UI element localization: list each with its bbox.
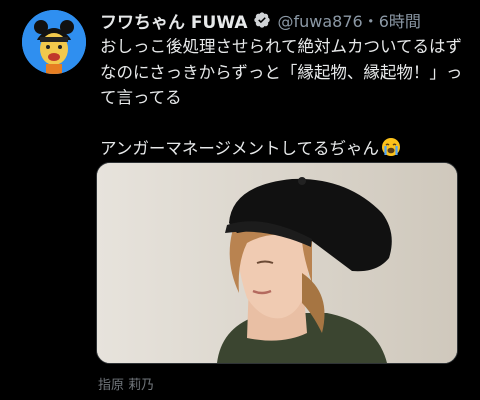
tweet-text: おしっこ後処理させられて絶対ムカついてるはずなのにさっきからずっと「縁起物、縁起… xyxy=(100,34,470,165)
verified-badge-icon xyxy=(254,12,271,28)
loudly-crying-face-icon xyxy=(381,137,401,165)
handle-and-time[interactable]: @fuwa876・6時間 xyxy=(277,8,420,32)
woman-in-black-cap-photo xyxy=(97,163,457,363)
avatar-face-icon xyxy=(22,10,86,74)
tagged-user-name: 指原 莉乃 xyxy=(98,378,155,393)
tweet-header: フワちゃん FUWA @fuwa876・6時間 xyxy=(100,8,470,33)
photo-tag-caption[interactable]: 指原 莉乃 xyxy=(98,374,154,393)
profile-avatar[interactable] xyxy=(22,10,86,74)
tweet-photo[interactable] xyxy=(96,162,458,364)
display-name[interactable]: フワちゃん FUWA xyxy=(100,8,247,33)
tweet-body: おしっこ後処理させられて絶対ムカついてるはずなのにさっきからずっと「縁起物、縁起… xyxy=(100,37,463,158)
